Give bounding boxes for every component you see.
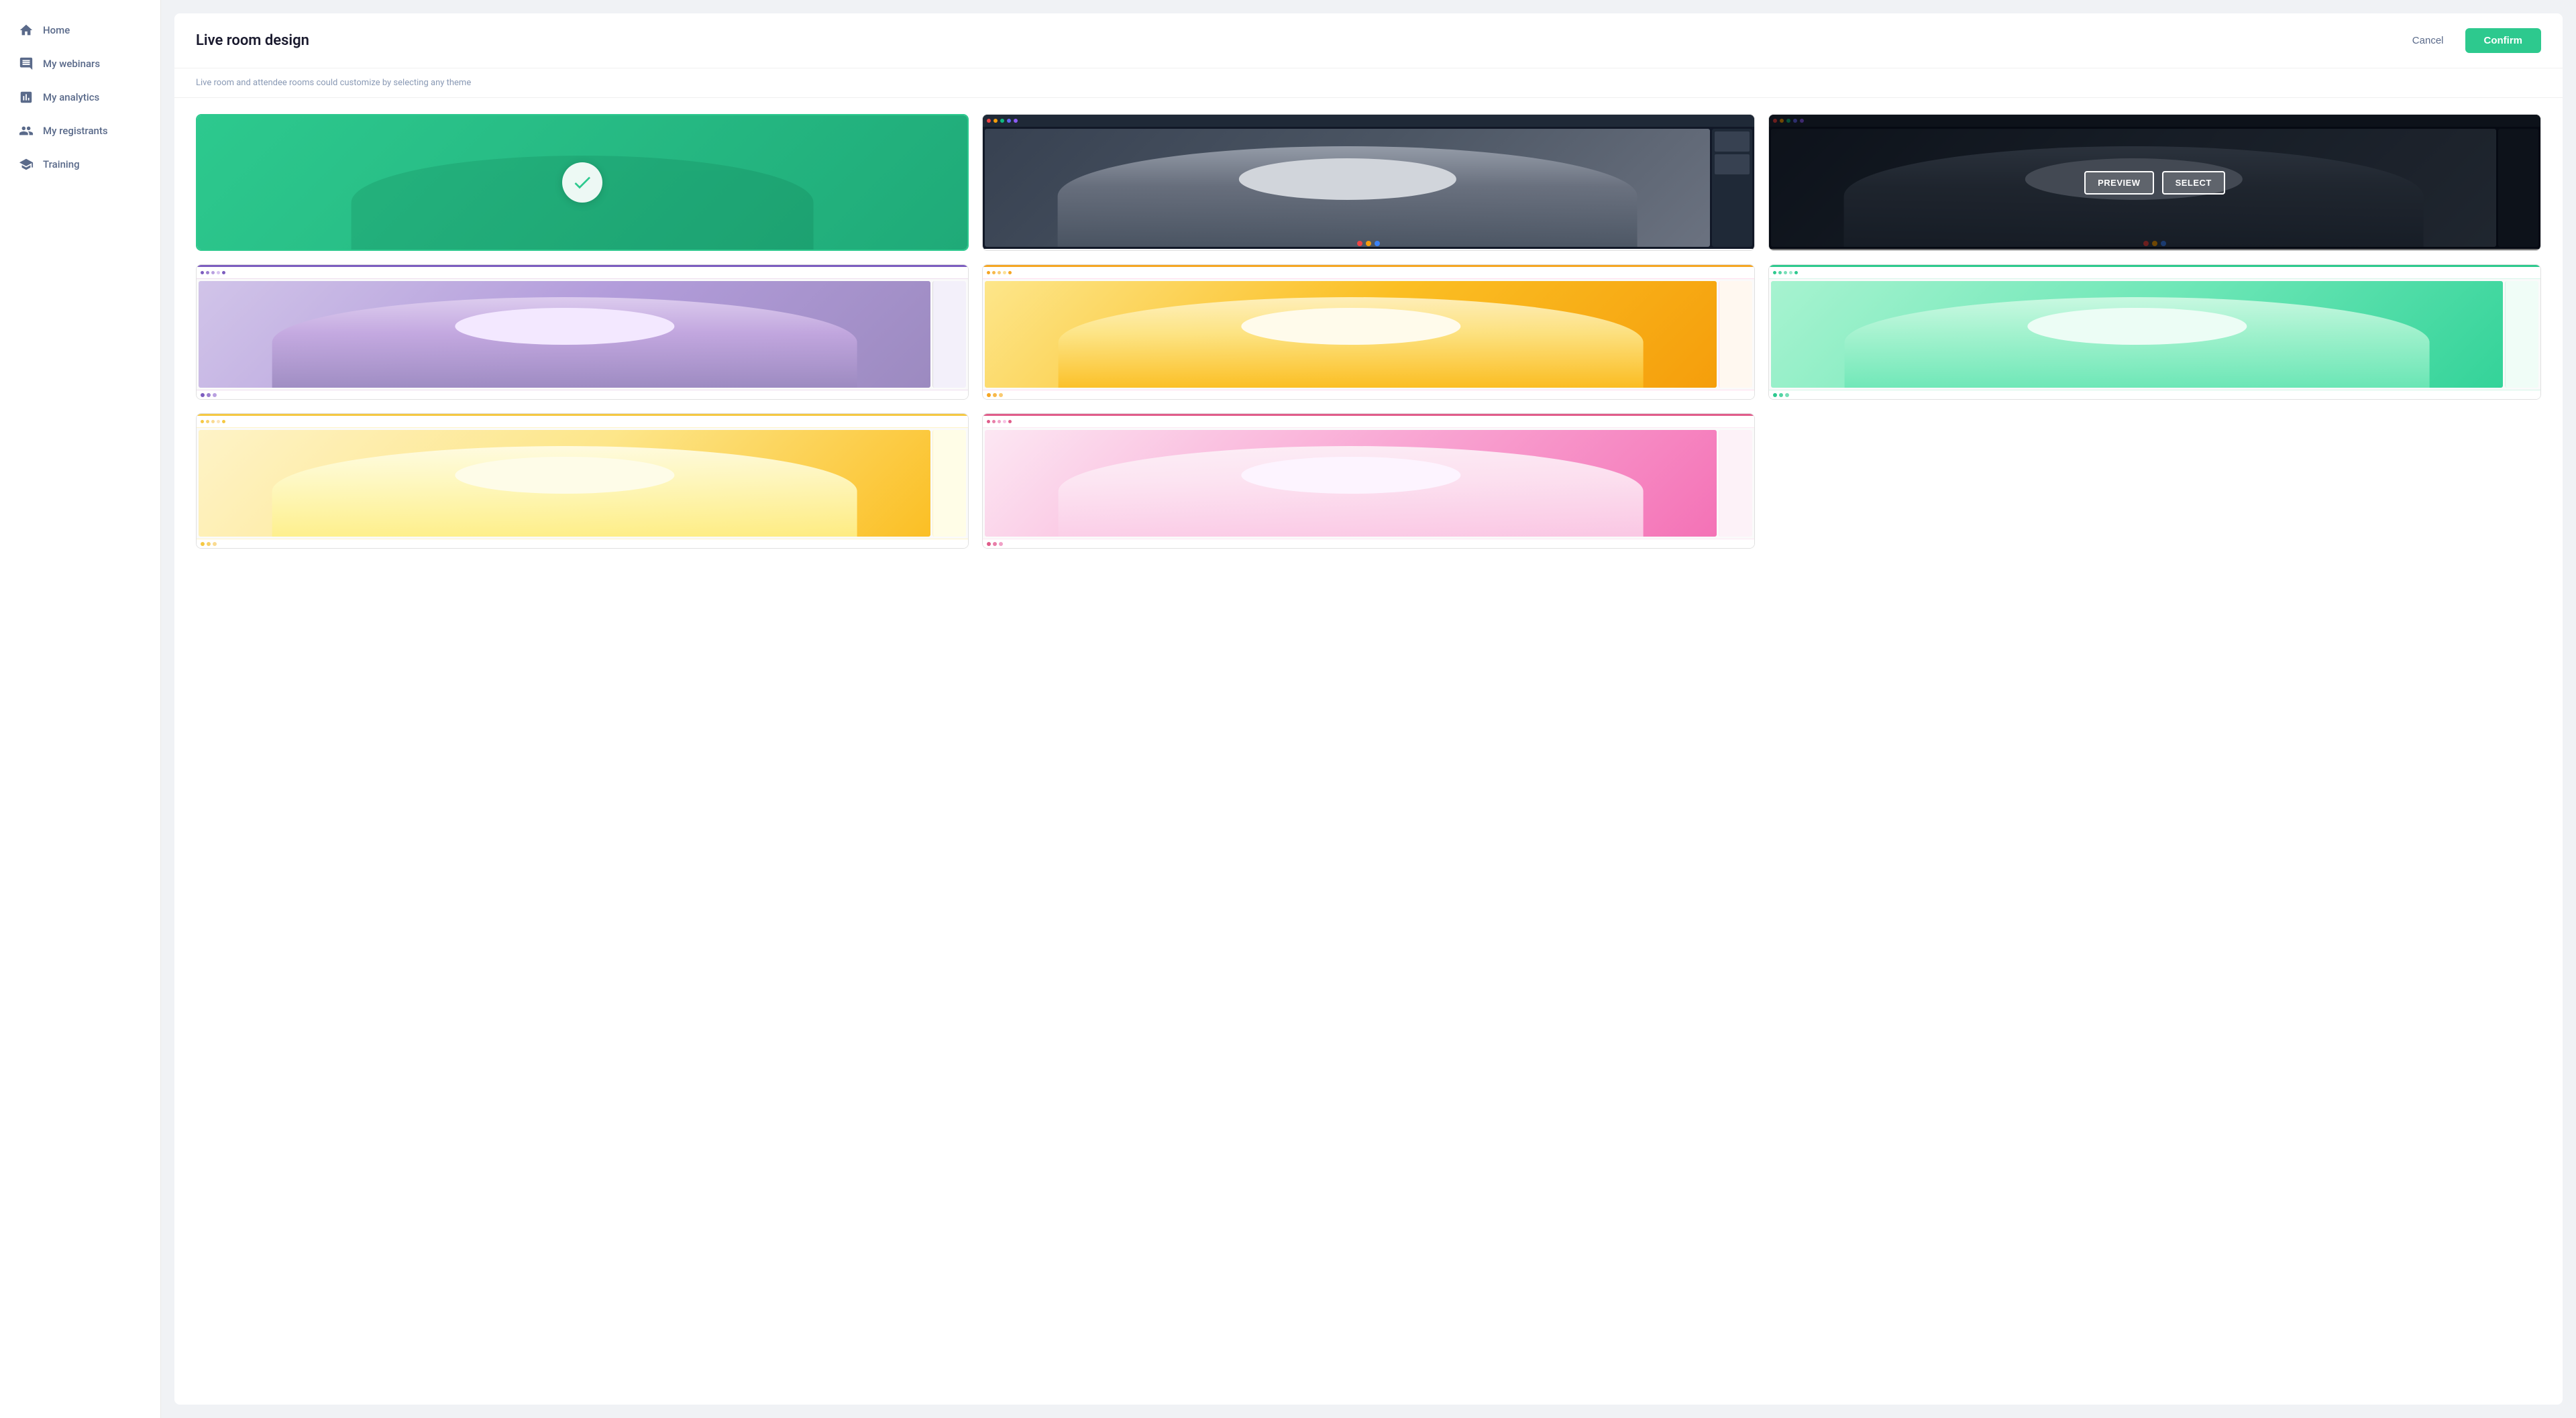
cancel-button[interactable]: Cancel <box>2402 30 2455 52</box>
select-button-3[interactable]: SELECT <box>2162 171 2225 195</box>
sidebar-label-registrants: My registrants <box>43 125 108 137</box>
sidebar: Home My webinars My analytics My registr… <box>0 0 161 1418</box>
webinars-icon <box>19 56 34 71</box>
sidebar-item-training[interactable]: Training <box>0 148 160 181</box>
theme-card-6[interactable] <box>1768 264 2541 400</box>
theme-grid: PREVIEW SELECT <box>174 98 2563 565</box>
preview-button-3[interactable]: PREVIEW <box>2084 171 2153 195</box>
theme-card-7[interactable] <box>196 413 969 549</box>
analytics-icon <box>19 90 34 105</box>
registrants-icon <box>19 123 34 138</box>
sidebar-item-my-webinars[interactable]: My webinars <box>0 47 160 80</box>
panel-header: Live room design Cancel Confirm <box>174 13 2563 68</box>
training-icon <box>19 157 34 172</box>
sidebar-label-analytics: My analytics <box>43 91 99 103</box>
sidebar-label-webinars: My webinars <box>43 58 100 70</box>
sidebar-label-training: Training <box>43 158 80 170</box>
theme-card-2[interactable] <box>982 114 1755 251</box>
sidebar-item-my-registrants[interactable]: My registrants <box>0 114 160 148</box>
theme-card-1[interactable] <box>196 114 969 251</box>
confirm-button[interactable]: Confirm <box>2465 28 2542 53</box>
theme-card-3[interactable]: PREVIEW SELECT <box>1768 114 2541 251</box>
sidebar-item-my-analytics[interactable]: My analytics <box>0 80 160 114</box>
panel-subtitle: Live room and attendee rooms could custo… <box>174 68 2563 98</box>
theme-card-5[interactable] <box>982 264 1755 400</box>
header-actions: Cancel Confirm <box>2402 28 2541 53</box>
page-title: Live room design <box>196 32 309 49</box>
sidebar-label-home: Home <box>43 24 70 36</box>
home-icon <box>19 23 34 38</box>
main-content: Live room design Cancel Confirm Live roo… <box>161 0 2576 1418</box>
sidebar-item-home[interactable]: Home <box>0 13 160 47</box>
theme-card-8[interactable] <box>982 413 1755 549</box>
content-panel: Live room design Cancel Confirm Live roo… <box>174 13 2563 1405</box>
theme-card-4[interactable] <box>196 264 969 400</box>
